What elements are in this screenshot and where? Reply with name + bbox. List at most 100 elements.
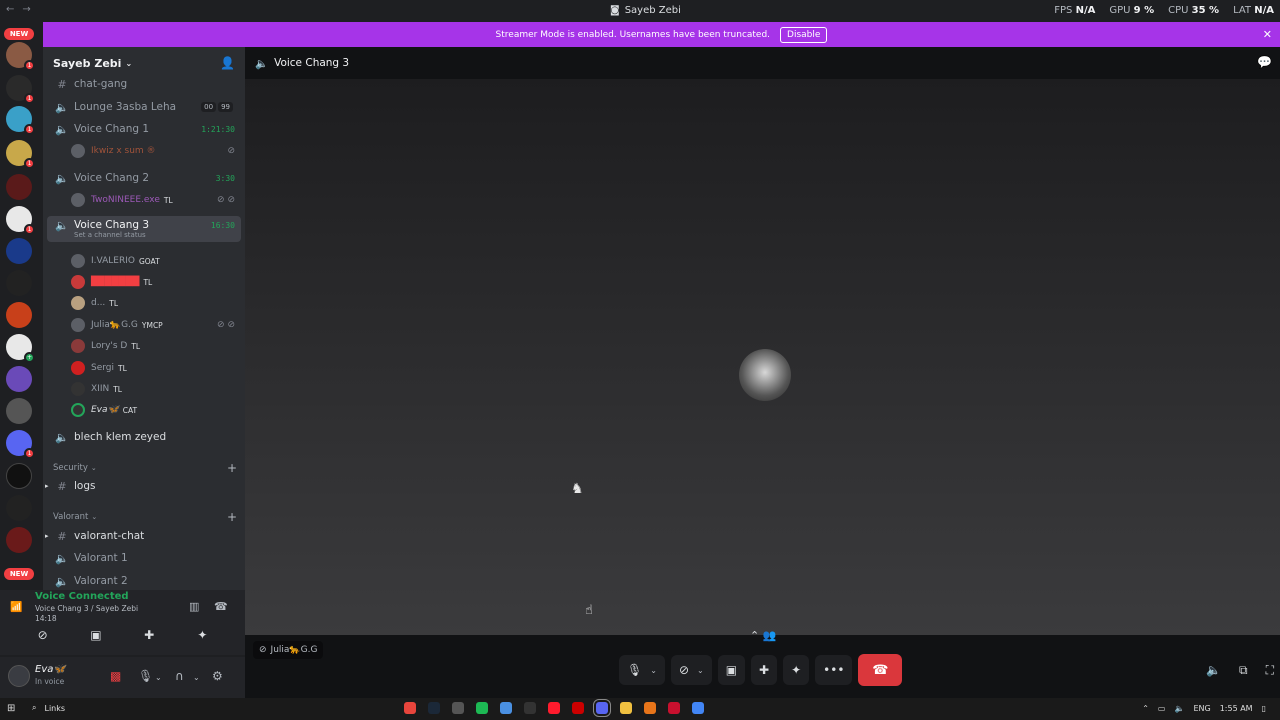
- disconnect-icon[interactable]: ☎: [214, 600, 228, 613]
- disable-button[interactable]: Disable: [780, 26, 828, 43]
- channel-valorant-2[interactable]: 🔈 Valorant 2: [47, 571, 241, 590]
- back-arrow-icon[interactable]: ←: [6, 4, 14, 15]
- voice-user[interactable]: Julia🐆G.G YMCP ⊘ ⊘: [71, 315, 241, 335]
- channel-logs[interactable]: ▸ # logs: [45, 476, 241, 496]
- server-icon[interactable]: [6, 527, 32, 553]
- chat-bubble-icon[interactable]: 💬: [1257, 55, 1272, 69]
- add-channel-icon[interactable]: +: [227, 510, 237, 524]
- activities-icon[interactable]: ✚: [135, 628, 163, 642]
- voice-user[interactable]: d... TL: [71, 293, 241, 313]
- language-indicator[interactable]: ENG: [1193, 704, 1210, 713]
- category-valorant[interactable]: Valorant ⌄ +: [53, 510, 237, 524]
- soundboard-icon[interactable]: ✦: [188, 628, 216, 642]
- server-icon[interactable]: [6, 238, 32, 264]
- avatar: [71, 296, 85, 310]
- participant-avatar[interactable]: [739, 349, 791, 401]
- volume-icon[interactable]: 🔈: [1174, 704, 1184, 713]
- username[interactable]: Eva🦋: [35, 664, 66, 675]
- voice-channel-path[interactable]: Voice Chang 3 / Sayeb Zebi: [35, 604, 138, 613]
- server-icon[interactable]: [6, 174, 32, 200]
- windows-start-icon[interactable]: ⊞: [7, 703, 15, 714]
- headphones-icon[interactable]: ∩: [175, 669, 184, 683]
- voice-user[interactable]: I.VALERIO GOAT: [71, 251, 241, 271]
- tray-chevron-icon[interactable]: ⌃: [1142, 704, 1149, 713]
- chevron-down-icon[interactable]: ⌄: [155, 673, 162, 682]
- chrome-icon[interactable]: [692, 702, 704, 714]
- more-button[interactable]: •••: [815, 655, 853, 685]
- popout-icon[interactable]: ⧉: [1239, 663, 1248, 678]
- channel-valorant-chat[interactable]: ▸ # valorant-chat: [45, 526, 241, 546]
- server-icon[interactable]: [6, 302, 32, 328]
- channel-blech[interactable]: 🔈 blech klem zeyed: [47, 427, 241, 447]
- channel-voice-chang-3[interactable]: 🔈 Voice Chang 3 16:30 Set a channel stat…: [47, 216, 241, 242]
- voice-user[interactable]: ███████ TL: [71, 272, 241, 292]
- channel-lounge[interactable]: 🔈 Lounge 3asba Leha 00 99: [47, 97, 241, 117]
- microphone-icon[interactable]: 🎙: [138, 669, 153, 683]
- server-icon[interactable]: 1: [6, 106, 35, 135]
- channel-chat-gang[interactable]: # chat-gang: [47, 74, 241, 94]
- taskbar-search[interactable]: ⌕ Links: [32, 703, 65, 713]
- app-icon[interactable]: [500, 702, 512, 714]
- channel-voice-chang-2[interactable]: 🔈 Voice Chang 2 3:30: [47, 168, 241, 188]
- discord-icon[interactable]: [593, 699, 611, 717]
- activities-button[interactable]: ✚: [751, 655, 778, 685]
- leave-call-button[interactable]: ☎: [858, 654, 903, 686]
- microphone-button[interactable]: 🎙 ⌄: [619, 655, 665, 685]
- screen-share-icon[interactable]: ▣: [82, 628, 110, 642]
- channel-status[interactable]: Set a channel status: [74, 231, 146, 239]
- voice-user[interactable]: Ikwiz x sum ® ⊘: [71, 141, 241, 161]
- settings-icon[interactable]: [452, 702, 464, 714]
- add-member-icon[interactable]: 👤: [220, 56, 235, 70]
- notification-icon[interactable]: ▯: [1262, 704, 1266, 713]
- voice-user[interactable]: Eva🦋 CAT: [71, 400, 241, 420]
- file-explorer-icon[interactable]: [620, 702, 632, 714]
- channel-valorant-1[interactable]: 🔈 Valorant 1: [47, 548, 241, 568]
- screen-share-button[interactable]: ▣: [717, 655, 746, 685]
- voice-user[interactable]: TwoNINEEE.exe TL ⊘ ⊘: [71, 190, 241, 210]
- server-icon[interactable]: [6, 366, 32, 392]
- add-channel-icon[interactable]: +: [227, 461, 237, 475]
- category-security[interactable]: Security ⌄ +: [53, 461, 237, 475]
- noise-suppression-icon[interactable]: ▥: [189, 600, 199, 613]
- app-icon[interactable]: [524, 702, 536, 714]
- network-icon[interactable]: ▭: [1158, 704, 1166, 713]
- clock[interactable]: 1:55 AM: [1220, 704, 1253, 713]
- voice-status-title[interactable]: Voice Connected: [35, 591, 129, 602]
- chrome-icon[interactable]: [404, 702, 416, 714]
- server-icon[interactable]: 1: [6, 206, 35, 235]
- chevron-down-icon: ⌄: [650, 665, 657, 675]
- server-icon[interactable]: [6, 398, 32, 424]
- signal-icon[interactable]: 📶: [10, 602, 22, 613]
- server-icon[interactable]: [6, 463, 32, 489]
- server-icon[interactable]: 1: [6, 140, 35, 169]
- spotify-icon[interactable]: [476, 702, 488, 714]
- voice-user[interactable]: Sergi TL: [71, 358, 241, 378]
- volume-icon[interactable]: 🔈: [1206, 663, 1221, 678]
- chevron-down-icon[interactable]: ⌄: [193, 673, 200, 682]
- camera-button[interactable]: ⊘ ⌄: [670, 655, 712, 685]
- steam-icon[interactable]: [428, 702, 440, 714]
- opera-icon[interactable]: [548, 702, 560, 714]
- app-icon[interactable]: [644, 702, 656, 714]
- server-icon[interactable]: [6, 495, 32, 521]
- server-icon[interactable]: 1: [6, 75, 35, 104]
- fullscreen-icon[interactable]: ⛶: [1266, 663, 1274, 678]
- voice-user[interactable]: Lory's D TL: [71, 336, 241, 356]
- app-icon[interactable]: [572, 702, 584, 714]
- expand-participants-icon[interactable]: ⌃ 👥: [750, 629, 776, 642]
- game-icon[interactable]: ▩: [110, 669, 121, 683]
- server-icon[interactable]: 1: [6, 42, 35, 71]
- channel-voice-chang-1[interactable]: 🔈 Voice Chang 1 1:21:30: [47, 119, 241, 139]
- avatar[interactable]: [8, 665, 30, 687]
- hash-icon: #: [57, 529, 67, 543]
- camera-off-icon[interactable]: ⊘: [29, 628, 57, 642]
- server-icon[interactable]: [6, 270, 32, 296]
- voice-user[interactable]: XIIN TL: [71, 379, 241, 399]
- close-icon[interactable]: ✕: [1263, 28, 1272, 41]
- forward-arrow-icon[interactable]: →: [22, 4, 30, 15]
- gear-icon[interactable]: ⚙: [212, 669, 223, 683]
- server-icon[interactable]: +: [6, 334, 35, 363]
- soundboard-button[interactable]: ✦: [783, 655, 810, 685]
- server-icon[interactable]: 1: [6, 430, 35, 459]
- app-icon[interactable]: [668, 702, 680, 714]
